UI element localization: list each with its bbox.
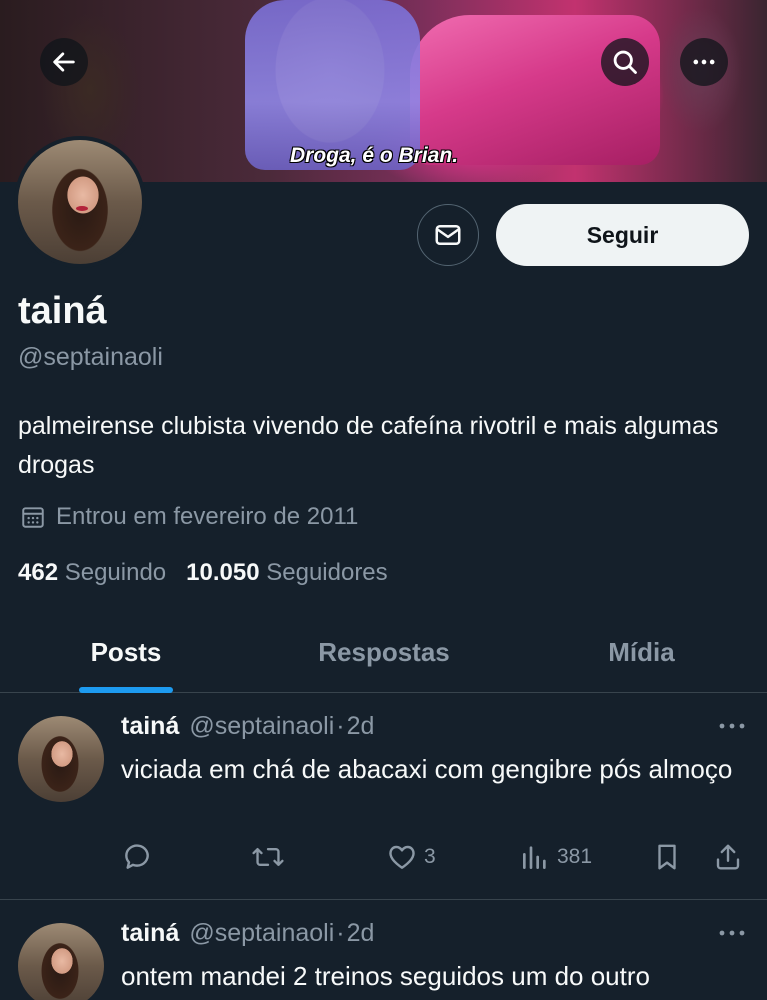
tweet-separator: · xyxy=(336,712,345,740)
join-date-text: Entrou em fevereiro de 2011 xyxy=(56,503,359,530)
tweet-header: tainá @septainaoli · 2d xyxy=(121,712,374,741)
reply-button[interactable] xyxy=(121,840,153,874)
views-button[interactable]: 381 xyxy=(519,840,592,874)
views-count: 381 xyxy=(557,845,593,868)
back-arrow-icon xyxy=(53,52,75,72)
tweet-author-handle[interactable]: @septainaoli xyxy=(189,919,334,948)
follow-stats: 462 Seguindo 10.050 Seguidores xyxy=(18,559,388,587)
tab-replies-label: Respostas xyxy=(318,636,450,667)
search-icon xyxy=(613,50,637,74)
followers-label: Seguidores xyxy=(266,559,388,586)
like-button[interactable]: 3 xyxy=(386,840,436,874)
followers-stat[interactable]: 10.050 Seguidores xyxy=(186,559,388,587)
active-tab-indicator xyxy=(79,687,173,693)
tweet-more-button[interactable] xyxy=(717,714,747,738)
tab-media[interactable]: Mídia xyxy=(516,612,767,692)
tweet-separator: · xyxy=(336,919,345,947)
share-icon xyxy=(716,844,740,870)
avatar-lips xyxy=(76,206,88,211)
following-stat[interactable]: 462 Seguindo xyxy=(18,559,166,587)
more-icon xyxy=(693,59,715,65)
tweet-header: tainá @septainaoli · 2d xyxy=(121,919,374,948)
tweet-author-name[interactable]: tainá xyxy=(121,919,179,948)
reply-icon xyxy=(125,844,149,869)
message-button[interactable] xyxy=(417,204,479,266)
profile-name: tainá xyxy=(18,290,107,332)
tab-posts[interactable]: Posts xyxy=(0,612,252,693)
more-icon xyxy=(719,930,745,936)
back-button[interactable] xyxy=(40,38,88,86)
search-button[interactable] xyxy=(601,38,649,86)
more-options-button[interactable] xyxy=(680,38,728,86)
tweet-text: ontem mandei 2 treinos seguidos um do ou… xyxy=(121,961,650,991)
tweet[interactable]: tainá @septainaoli · 2d ontem mandei 2 t… xyxy=(0,901,767,1000)
tweet-author-name[interactable]: tainá xyxy=(121,712,179,741)
views-icon xyxy=(523,846,546,869)
tweet-avatar[interactable] xyxy=(18,716,104,802)
tweet-more-button[interactable] xyxy=(717,921,747,945)
mail-icon xyxy=(435,225,461,245)
retweet-icon xyxy=(252,847,284,867)
banner-caption: Droga, é o Brian. xyxy=(290,144,459,167)
tab-media-label: Mídia xyxy=(608,636,675,667)
profile-avatar[interactable] xyxy=(14,136,146,268)
followers-count: 10.050 xyxy=(186,559,260,586)
following-label: Seguindo xyxy=(64,559,167,586)
tweet-time[interactable]: 2d xyxy=(347,712,375,741)
profile-handle: @septainaoli xyxy=(18,343,163,371)
tweet[interactable]: tainá @septainaoli · 2d viciada em chá d… xyxy=(0,694,767,900)
following-count: 462 xyxy=(18,559,59,586)
join-date: Entrou em fevereiro de 2011 xyxy=(20,503,358,531)
tweet-text: viciada em chá de abacaxi com gengibre p… xyxy=(121,754,733,784)
more-icon xyxy=(719,723,745,729)
follow-button[interactable]: Seguir xyxy=(496,204,749,266)
like-count: 3 xyxy=(424,845,436,868)
tab-posts-label: Posts xyxy=(90,636,162,667)
tab-replies[interactable]: Respostas xyxy=(252,612,516,692)
tweet-author-handle[interactable]: @septainaoli xyxy=(189,712,334,741)
tweet-actions: 3 381 xyxy=(121,840,751,874)
bookmark-button[interactable] xyxy=(652,840,682,874)
like-icon xyxy=(389,845,415,869)
retweet-button[interactable] xyxy=(251,840,285,874)
share-button[interactable] xyxy=(713,840,743,874)
tweet-avatar[interactable] xyxy=(18,923,104,1000)
bookmark-icon xyxy=(658,844,676,870)
profile-bio: palmeirense clubista vivendo de cafeína … xyxy=(18,412,719,479)
profile-tabs: Posts Respostas Mídia xyxy=(0,612,767,693)
tweet-time[interactable]: 2d xyxy=(347,919,375,948)
calendar-icon xyxy=(22,507,44,528)
